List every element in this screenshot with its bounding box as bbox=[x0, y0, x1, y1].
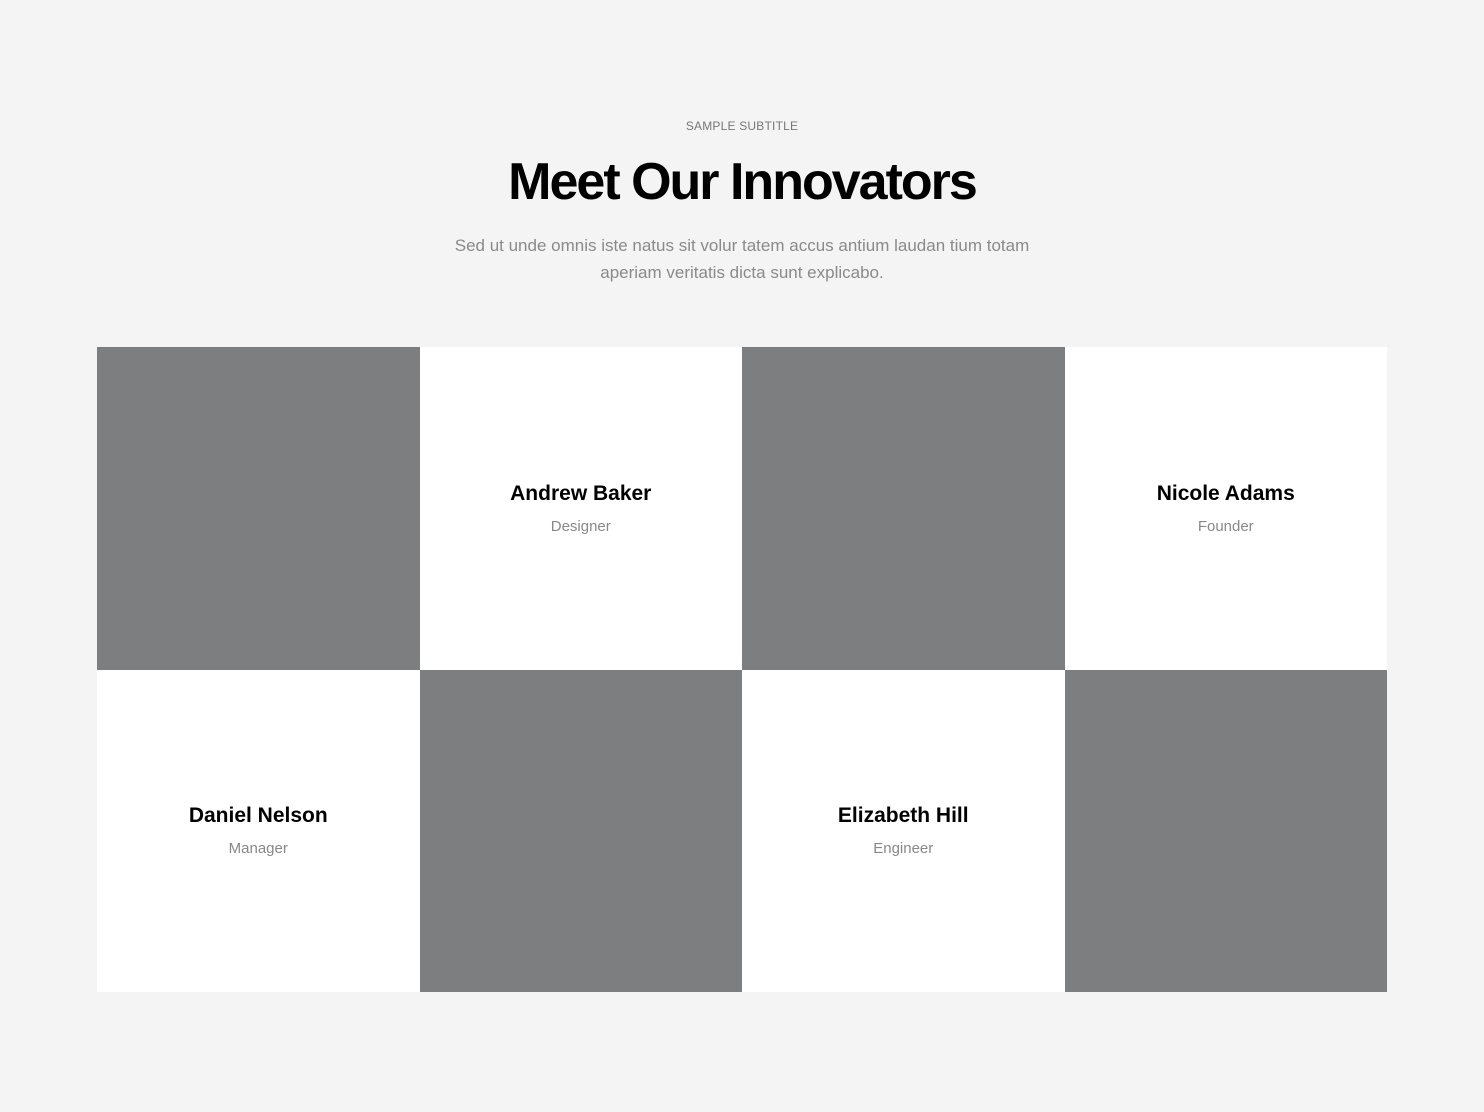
member-card: Daniel Nelson Manager bbox=[97, 669, 420, 992]
section-description: Sed ut unde omnis iste natus sit volur t… bbox=[454, 236, 1030, 282]
member-photo-placeholder bbox=[97, 347, 420, 670]
member-role: Engineer bbox=[873, 840, 934, 858]
member-photo-placeholder bbox=[1064, 669, 1387, 992]
member-photo-placeholder bbox=[742, 347, 1065, 670]
section-title: Meet Our Innovators bbox=[508, 153, 978, 211]
team-grid: Andrew Baker Designer Nicole Adams Found… bbox=[97, 347, 1387, 992]
member-card: Andrew Baker Designer bbox=[419, 347, 742, 670]
member-role: Manager bbox=[228, 840, 288, 858]
member-role: Founder bbox=[1197, 517, 1254, 535]
member-card: Nicole Adams Founder bbox=[1064, 347, 1387, 670]
member-name: Elizabeth Hill bbox=[837, 804, 969, 828]
member-name: Andrew Baker bbox=[510, 481, 652, 505]
member-role: Designer bbox=[550, 517, 611, 535]
member-name: Nicole Adams bbox=[1156, 481, 1295, 505]
member-card: Elizabeth Hill Engineer bbox=[742, 669, 1065, 992]
member-name: Daniel Nelson bbox=[188, 804, 328, 828]
member-photo-placeholder bbox=[419, 669, 742, 992]
section-subtitle: SAMPLE SUBTITLE bbox=[685, 119, 799, 133]
